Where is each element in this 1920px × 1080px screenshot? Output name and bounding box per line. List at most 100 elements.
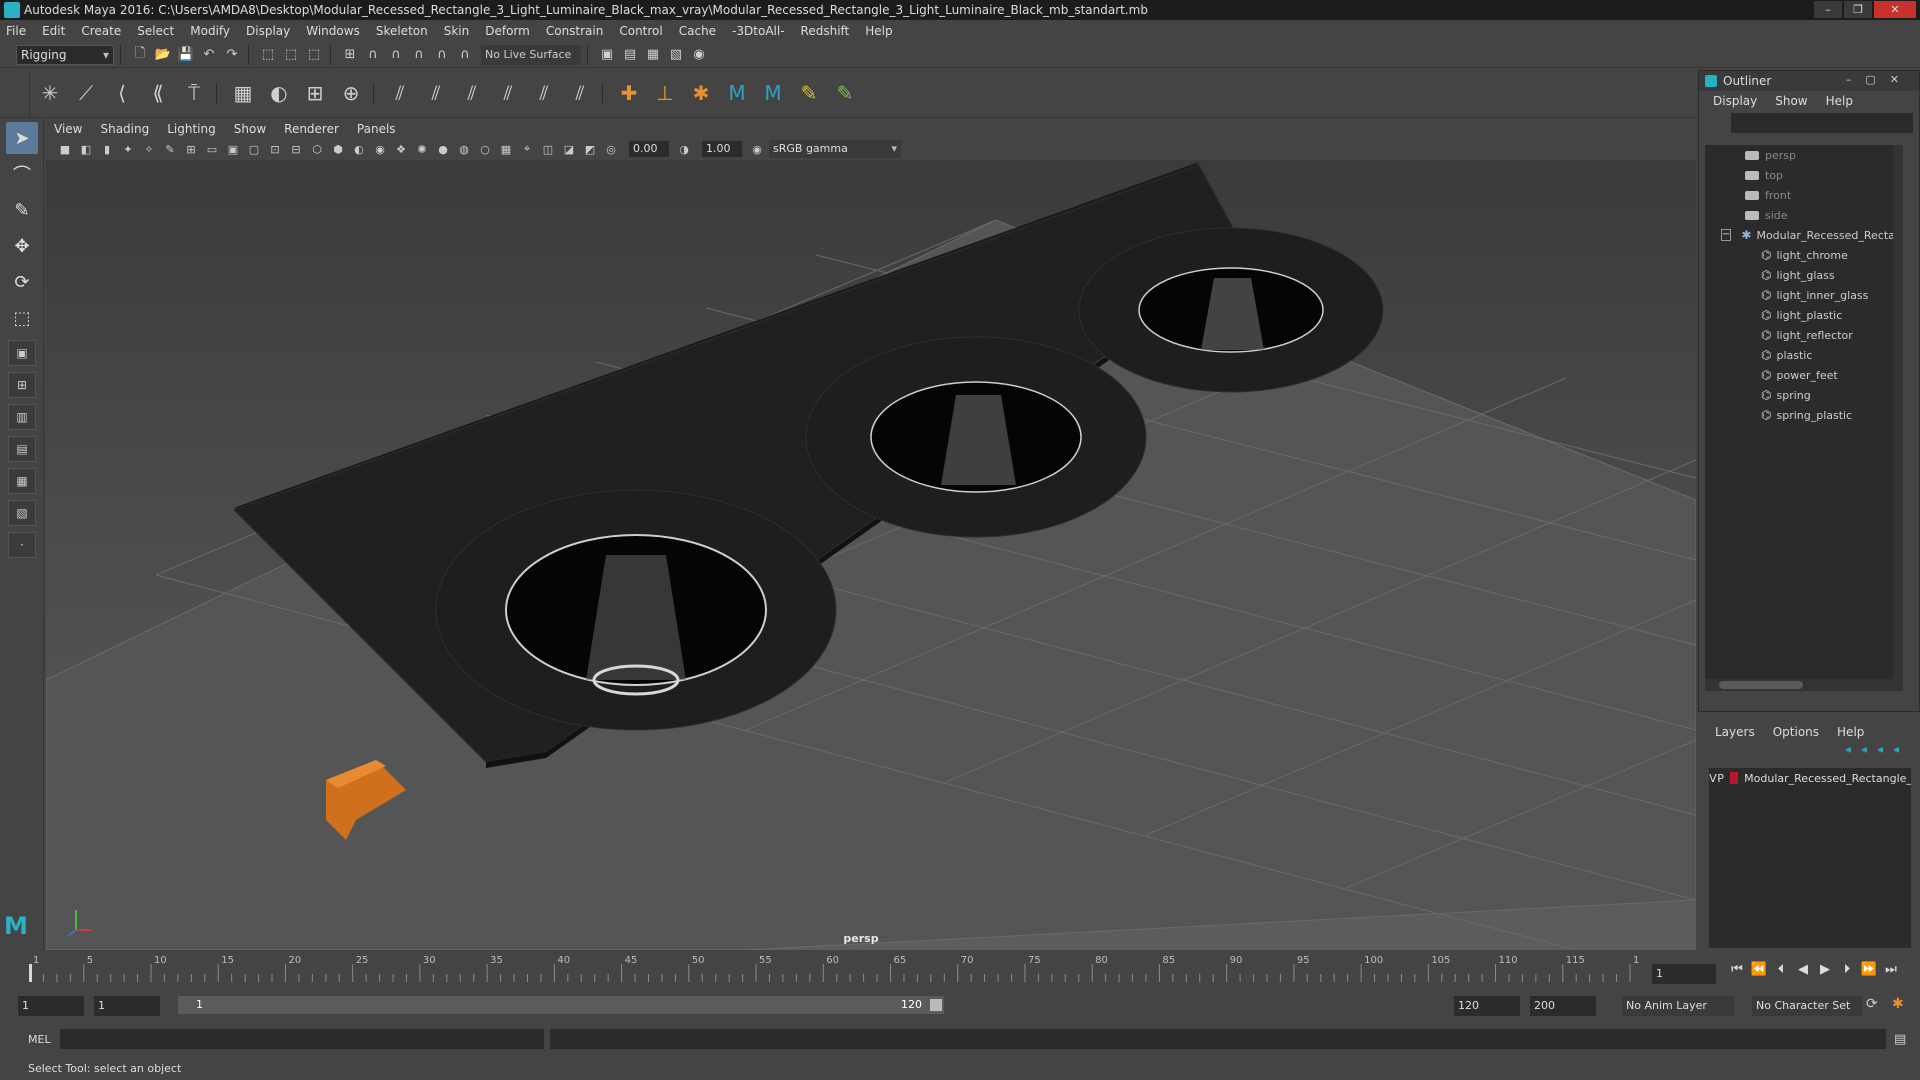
select-component-icon[interactable]: ⬚ — [304, 45, 324, 65]
hypershade-layout-icon[interactable]: ▧ — [8, 500, 36, 526]
layer-playback-toggle[interactable]: P — [1717, 772, 1725, 785]
image-plane-icon[interactable]: ✦ — [119, 140, 137, 158]
go-to-end-icon[interactable]: ⏭ — [1880, 962, 1902, 977]
vp-menu-renderer[interactable]: Renderer — [284, 122, 339, 136]
ipr-render-icon[interactable]: ▦ — [643, 45, 663, 65]
persp-outliner-layout-icon[interactable]: ▤ — [8, 436, 36, 462]
cluster-icon[interactable]: ⊕ — [335, 77, 367, 109]
xray-components-icon[interactable]: ◩ — [581, 140, 599, 158]
menu-file[interactable]: File — [6, 24, 26, 38]
lattice-icon[interactable]: ⊞ — [299, 77, 331, 109]
snap-view-icon[interactable]: ∩ — [409, 45, 429, 65]
anim-preferences-icon[interactable]: ✱ — [1892, 996, 1904, 1012]
multisample-aa-icon[interactable]: ○ — [476, 140, 494, 158]
outliner-window-controls[interactable]: –▢✕ — [1846, 73, 1913, 86]
minimize-button[interactable]: – — [1814, 1, 1842, 18]
vp-menu-view[interactable]: View — [54, 122, 82, 136]
layer-menu-layers[interactable]: Layers — [1715, 725, 1755, 739]
layer-action-icons[interactable]: ◂◂◂◂ — [1705, 742, 1915, 762]
side-by-side-layout-icon[interactable]: ▥ — [8, 404, 36, 430]
snap-surface-icon[interactable]: ∩ — [432, 45, 452, 65]
paint-select-icon[interactable]: ✎ — [6, 194, 38, 226]
range-slider-handle[interactable] — [930, 999, 942, 1011]
scrollbar-thumb[interactable] — [1719, 681, 1803, 689]
select-tool-icon[interactable]: ➤ — [6, 122, 38, 154]
view-transform-dropdown[interactable]: sRGB gamma — [769, 140, 901, 158]
close-button[interactable]: ✕ — [1874, 1, 1916, 18]
menu-set-dropdown[interactable]: Rigging — [16, 44, 114, 65]
2d-pan-zoom-icon[interactable]: ✧ — [140, 140, 158, 158]
insert-joint-icon[interactable]: ⟪ — [142, 77, 174, 109]
exposure-field[interactable]: 0.00 — [629, 141, 669, 157]
point-constraint-icon[interactable]: ⫽ — [384, 77, 416, 109]
outliner-item-child[interactable]: ⌬ power_feet — [1705, 365, 1903, 385]
pole-vector-icon[interactable]: ⫽ — [564, 77, 596, 109]
menu-modify[interactable]: Modify — [190, 24, 230, 38]
collapse-toolbox-icon[interactable]: · — [8, 532, 36, 558]
menu-edit[interactable]: Edit — [42, 24, 65, 38]
play-forwards-icon[interactable]: ▶ — [1814, 962, 1836, 977]
persp-graph-layout-icon[interactable]: ▦ — [8, 468, 36, 494]
outliner-item-top[interactable]: top — [1705, 165, 1903, 185]
outliner-item-child[interactable]: ⌬ spring_plastic — [1705, 405, 1903, 425]
joint-tool-icon[interactable]: ✳ — [34, 77, 66, 109]
open-scene-icon[interactable]: 📂 — [153, 45, 173, 65]
outliner-item-group[interactable]: −✱Modular_Recessed_Rectangle_3_Light_Lum… — [1705, 225, 1903, 245]
outliner-filter-input[interactable] — [1731, 113, 1913, 133]
select-object-icon[interactable]: ⬚ — [281, 45, 301, 65]
layer-menu-options[interactable]: Options — [1773, 725, 1819, 739]
single-view-layout-icon[interactable]: ▣ — [8, 340, 36, 366]
set-driven-key-icon[interactable]: ✎ — [793, 77, 825, 109]
layer-visibility-toggle[interactable]: V — [1709, 772, 1717, 785]
render-frame-icon[interactable]: ▤ — [620, 45, 640, 65]
mirror-joint-icon[interactable]: ✱ — [685, 77, 717, 109]
resolution-gate-icon[interactable]: ▣ — [224, 140, 242, 158]
vp-menu-show[interactable]: Show — [234, 122, 266, 136]
menu-cache[interactable]: Cache — [679, 24, 716, 38]
ik-spline-icon[interactable]: ⟨ — [106, 77, 138, 109]
shadows-icon[interactable]: ✺ — [413, 140, 431, 158]
collapse-icon[interactable]: − — [1721, 229, 1732, 241]
snap-point-icon[interactable]: ∩ — [386, 45, 406, 65]
screen-space-ao-icon[interactable]: ● — [434, 140, 452, 158]
outliner-menu-display[interactable]: Display — [1713, 94, 1757, 108]
shelf-handle[interactable] — [0, 68, 30, 117]
camera-select-icon[interactable]: ■ — [56, 140, 74, 158]
scale-tool-icon[interactable]: ⬚ — [6, 302, 38, 334]
menu-windows[interactable]: Windows — [306, 24, 360, 38]
bind-skin-icon[interactable]: ▦ — [227, 77, 259, 109]
move-tool-icon[interactable]: ✥ — [6, 230, 38, 262]
menu-skeleton[interactable]: Skeleton — [376, 24, 428, 38]
range-slider[interactable]: 1 120 — [178, 996, 944, 1014]
smooth-bind-icon[interactable]: ◐ — [263, 77, 295, 109]
field-chart-icon[interactable]: ⊡ — [266, 140, 284, 158]
menu-control[interactable]: Control — [619, 24, 662, 38]
aim-constraint-icon[interactable]: ⫽ — [420, 77, 452, 109]
select-hierarchy-icon[interactable]: ⬚ — [258, 45, 278, 65]
undo-icon[interactable]: ↶ — [199, 45, 219, 65]
playback-end-field[interactable]: 120 — [1454, 996, 1520, 1016]
perspective-viewport[interactable]: persp — [46, 160, 1696, 950]
film-gate-icon[interactable]: ▭ — [203, 140, 221, 158]
lasso-tool-icon[interactable]: ⌒ — [6, 158, 38, 190]
outliner-item-child[interactable]: ⌬ light_chrome — [1705, 245, 1903, 265]
menu-help[interactable]: Help — [865, 24, 892, 38]
gamma-icon[interactable]: ◑ — [675, 140, 693, 158]
depth-of-field-icon[interactable]: ▦ — [497, 140, 515, 158]
bookmark-icon[interactable]: ▮ — [98, 140, 116, 158]
playback-start-field[interactable]: 1 — [94, 996, 160, 1016]
camera-attributes-icon[interactable]: ◧ — [77, 140, 95, 158]
outliner-vertical-scrollbar[interactable] — [1893, 145, 1903, 691]
smooth-shade-icon[interactable]: ⬢ — [329, 140, 347, 158]
rotate-tool-icon[interactable]: ⟳ — [6, 266, 38, 298]
step-back-frame-icon[interactable]: ⏪ — [1748, 962, 1770, 977]
mel-label[interactable]: MEL — [0, 1033, 60, 1046]
step-forward-key-icon[interactable]: ⏵ — [1836, 962, 1858, 977]
anim-layer-dropdown[interactable]: No Anim Layer — [1622, 996, 1734, 1016]
color-management-icon[interactable]: ◉ — [748, 140, 766, 158]
grid-toggle-icon[interactable]: ⊞ — [182, 140, 200, 158]
use-all-lights-icon[interactable]: ❖ — [392, 140, 410, 158]
menu-constrain[interactable]: Constrain — [546, 24, 604, 38]
connect-joint-icon[interactable]: ⊥ — [649, 77, 681, 109]
play-backwards-icon[interactable]: ◀ — [1792, 962, 1814, 977]
